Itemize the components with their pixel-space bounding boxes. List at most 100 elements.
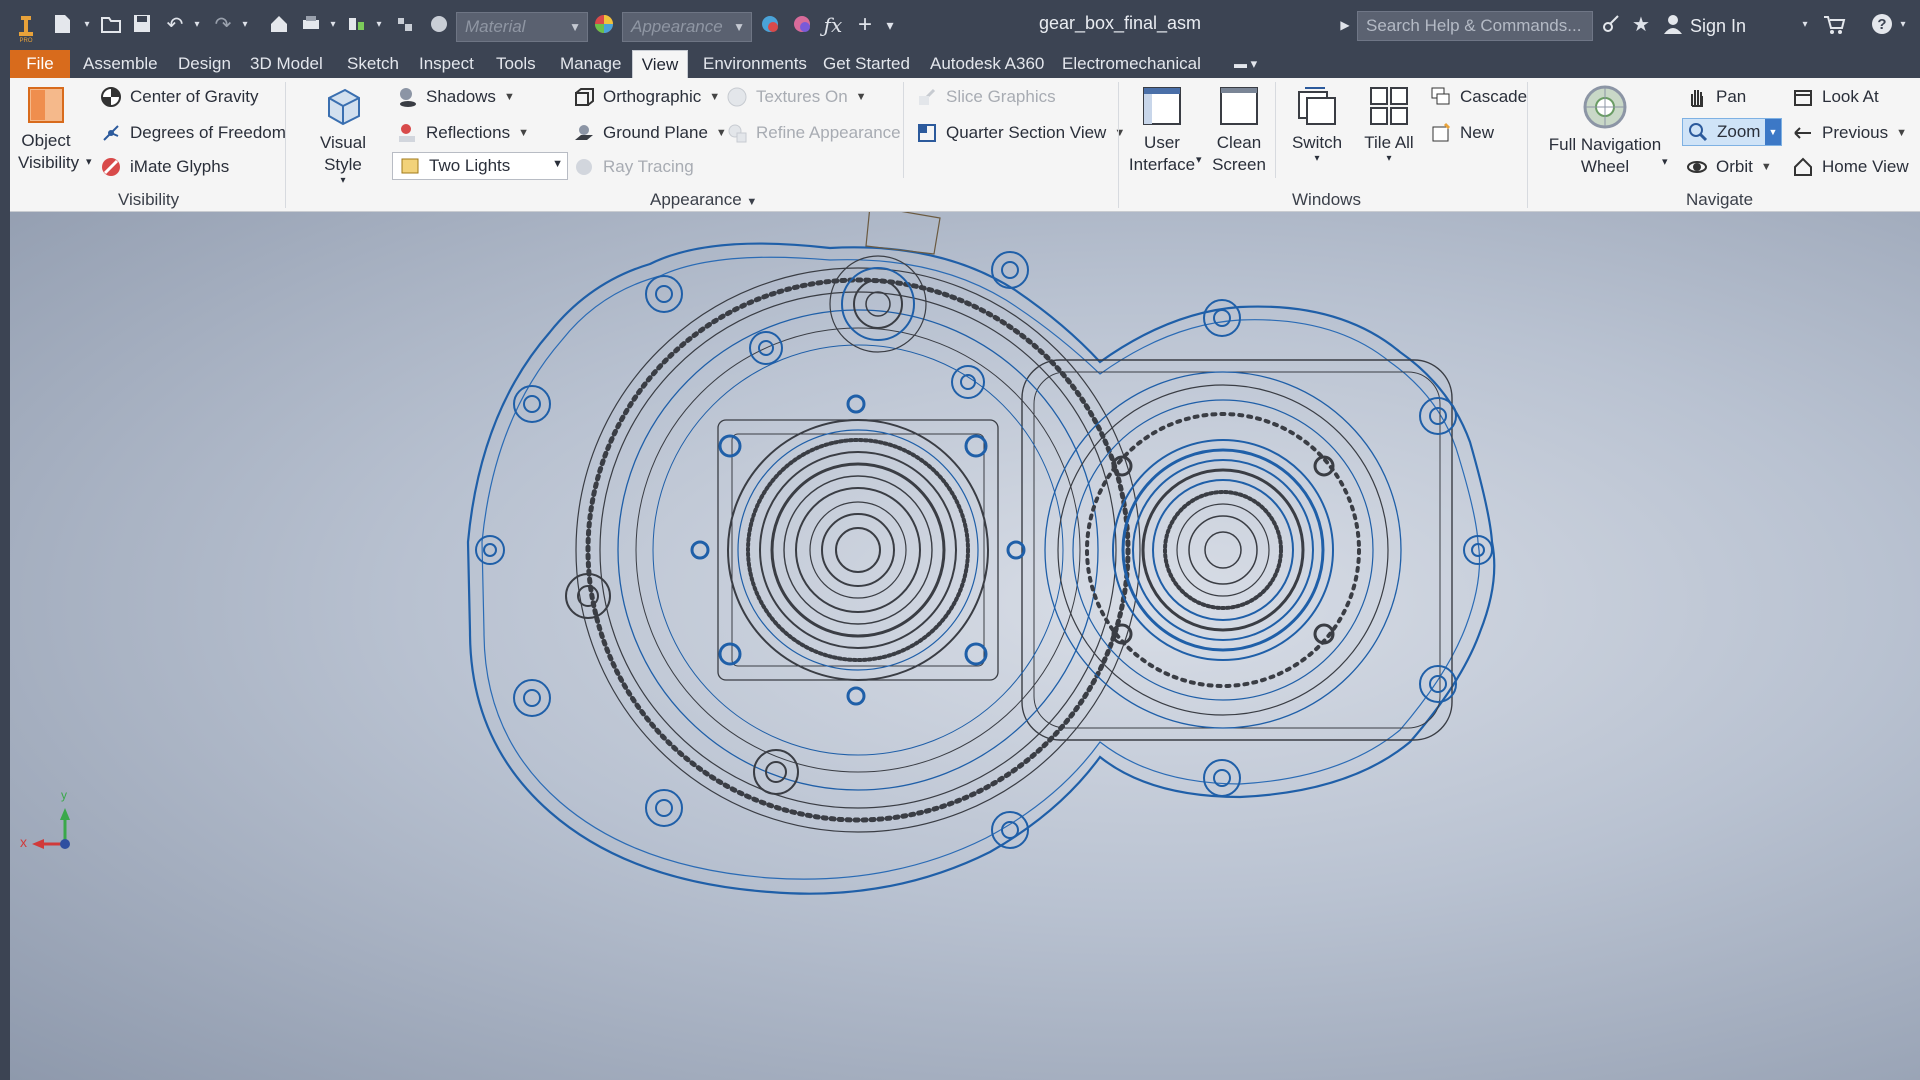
new-window-button[interactable]: New: [1430, 118, 1494, 148]
chevron-down-icon: ▼: [709, 91, 721, 103]
tab-tools[interactable]: Tools: [496, 50, 536, 78]
refine-appearance-button[interactable]: Refine Appearance: [726, 118, 901, 148]
search-binoculars-icon[interactable]: [1600, 12, 1622, 38]
appearance-panel-label[interactable]: Appearance ▼: [650, 190, 757, 210]
cascade-button[interactable]: Cascade: [1430, 82, 1527, 112]
slice-graphics-button[interactable]: Slice Graphics: [916, 82, 1056, 112]
open-folder-icon[interactable]: [100, 12, 122, 38]
cascade-icon: [1431, 87, 1450, 105]
help-search-input[interactable]: Search Help & Commands...: [1357, 11, 1593, 41]
tab-view[interactable]: View: [632, 50, 688, 78]
undo-icon[interactable]: ↶: [164, 12, 186, 38]
adjust-appearance-icon[interactable]: [758, 12, 782, 38]
tab-environments[interactable]: Environments: [703, 50, 807, 78]
switch-button[interactable]: Switch ▾: [1286, 84, 1348, 164]
pan-label: Pan: [1716, 87, 1747, 106]
chevron-down-icon[interactable]: ▾: [1898, 12, 1908, 38]
user-icon[interactable]: [1662, 12, 1684, 38]
zoom-dropdown-arrow[interactable]: ▼: [1765, 119, 1781, 145]
material-combo[interactable]: Material ▼: [456, 12, 588, 42]
degrees-of-freedom-button[interactable]: Degrees of Freedom: [100, 118, 286, 148]
zoom-label: Zoom: [1717, 122, 1761, 141]
cascade-label: Cascade: [1460, 87, 1528, 106]
chevron-down-icon[interactable]: ▾: [328, 12, 338, 38]
textures-on-label: Textures On: [756, 87, 848, 106]
shadows-icon: [400, 88, 416, 107]
quarter-section-view-button[interactable]: Quarter Section View ▼: [916, 118, 1125, 148]
tile-all-button[interactable]: Tile All ▾: [1358, 84, 1420, 164]
measure-icon[interactable]: [346, 12, 368, 38]
navigation-wheel-icon: [1583, 85, 1627, 129]
object-visibility-label: Object: [21, 131, 71, 150]
tab-assemble[interactable]: Assemble: [83, 50, 158, 78]
previous-view-button[interactable]: Previous ▼: [1792, 118, 1907, 148]
clear-appearance-icon[interactable]: [790, 12, 814, 38]
redo-icon[interactable]: ↷: [212, 12, 234, 38]
tab-sketch[interactable]: Sketch: [347, 50, 399, 78]
chevron-down-icon[interactable]: ▾: [192, 12, 202, 38]
ribbon-options-icon[interactable]: ▬ ▾: [1234, 50, 1257, 78]
new-file-icon[interactable]: [52, 12, 74, 38]
chevron-down-icon: ▼: [503, 91, 515, 103]
select-icon[interactable]: [394, 12, 416, 38]
triad-y-label: y: [61, 788, 67, 802]
lighting-style-combo[interactable]: Two Lights ▼: [392, 152, 568, 180]
svg-text:?: ?: [1877, 16, 1886, 33]
tab-design[interactable]: Design: [178, 50, 231, 78]
lights-icon: [401, 158, 419, 174]
gearbox-wireframe-model[interactable]: [10, 212, 1920, 1080]
tab-inspect[interactable]: Inspect: [419, 50, 474, 78]
ray-tracing-button[interactable]: Ray Tracing: [573, 152, 694, 182]
imate-glyphs-button[interactable]: iMate Glyphs: [100, 152, 229, 182]
reflections-button[interactable]: Reflections ▼: [396, 118, 529, 148]
tab-manage[interactable]: Manage: [560, 50, 621, 78]
pan-button[interactable]: Pan: [1686, 82, 1746, 112]
sign-in-link[interactable]: Sign In: [1690, 16, 1746, 37]
tab-3d-model[interactable]: 3D Model: [250, 50, 323, 78]
zoom-button[interactable]: Zoom ▼: [1682, 118, 1782, 146]
favorites-star-icon[interactable]: ★: [1630, 12, 1652, 38]
chevron-down-icon[interactable]: ▾: [240, 12, 250, 38]
chevron-down-icon[interactable]: ▾: [374, 12, 384, 38]
expand-arrow-icon[interactable]: ▶: [1338, 12, 1352, 38]
shadows-label: Shadows: [426, 87, 496, 106]
customize-toolbar-icon[interactable]: ▾: [882, 12, 898, 38]
help-icon[interactable]: ?: [1870, 12, 1894, 38]
user-interface-dropdown[interactable]: ▾: [1196, 144, 1202, 174]
tab-electromechanical[interactable]: Electromechanical: [1062, 50, 1201, 78]
chevron-down-icon: ▼: [569, 20, 581, 34]
user-interface-button[interactable]: User Interface: [1128, 84, 1196, 176]
shadows-button[interactable]: Shadows ▼: [396, 82, 515, 112]
chevron-down-icon[interactable]: ▾: [82, 12, 92, 38]
app-logo-icon[interactable]: PRO: [14, 12, 38, 42]
save-icon[interactable]: [132, 12, 154, 38]
add-icon[interactable]: +: [854, 12, 876, 38]
object-visibility-button[interactable]: Object Visibility: [18, 84, 79, 174]
textures-on-button[interactable]: Textures On ▼: [726, 82, 867, 112]
chevron-down-icon[interactable]: ▾: [1800, 12, 1810, 38]
appearance-combo[interactable]: Appearance ▼: [622, 12, 752, 42]
look-at-button[interactable]: Look At: [1792, 82, 1879, 112]
cart-icon[interactable]: [1822, 12, 1846, 38]
tab-get-started[interactable]: Get Started: [823, 50, 910, 78]
home-view-button[interactable]: Home View: [1792, 152, 1909, 182]
color-wheel-icon[interactable]: [592, 12, 616, 38]
clean-screen-button[interactable]: Clean Screen: [1208, 84, 1270, 176]
object-visibility-dropdown[interactable]: ▾: [86, 146, 92, 176]
parameters-icon[interactable]: ƒx: [822, 12, 844, 38]
tab-autodesk-a360[interactable]: Autodesk A360: [930, 50, 1044, 78]
svg-text:PRO: PRO: [19, 38, 32, 42]
home-icon[interactable]: [268, 12, 290, 38]
center-of-gravity-button[interactable]: Center of Gravity: [100, 82, 259, 112]
tab-file[interactable]: File: [10, 50, 70, 78]
orbit-button[interactable]: Orbit ▼: [1686, 152, 1772, 182]
update-icon[interactable]: [428, 12, 450, 38]
graphics-viewport[interactable]: x y: [10, 212, 1920, 1080]
navigation-wheel-dropdown[interactable]: ▾: [1662, 146, 1668, 176]
ground-plane-button[interactable]: Ground Plane ▼: [573, 118, 727, 148]
print-icon[interactable]: [300, 12, 322, 38]
orbit-label: Orbit: [1716, 157, 1753, 176]
orthographic-button[interactable]: Orthographic ▼: [573, 82, 720, 112]
visual-style-button[interactable]: Visual Style ▾: [300, 84, 386, 186]
full-navigation-wheel-button[interactable]: Full Navigation Wheel: [1538, 84, 1672, 178]
